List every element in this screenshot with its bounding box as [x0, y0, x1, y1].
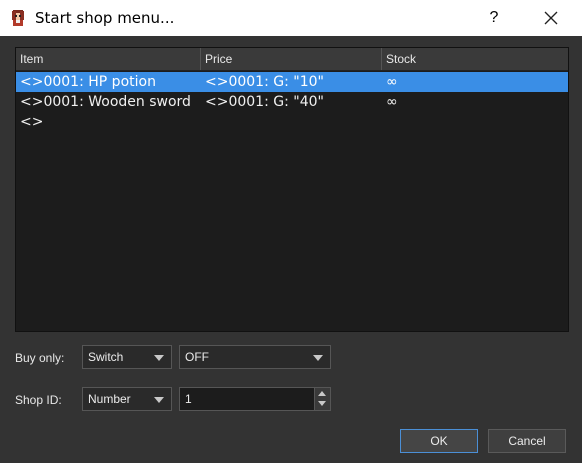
- shop-id-type-select[interactable]: Number: [82, 387, 172, 411]
- shop-items-table[interactable]: Item Price Stock <>0001: HP potion <>000…: [15, 47, 569, 332]
- item-cell: <>0001: Wooden sword: [20, 94, 191, 110]
- column-header-stock[interactable]: Stock: [381, 48, 568, 70]
- column-header-price[interactable]: Price: [200, 48, 381, 70]
- shop-id-type-value: Number: [88, 392, 131, 406]
- buy-only-type-select[interactable]: Switch: [82, 345, 172, 369]
- close-icon[interactable]: [538, 7, 564, 29]
- shop-id-label: Shop ID:: [15, 393, 62, 407]
- shop-id-value: 1: [185, 392, 192, 406]
- stock-cell: ∞: [386, 94, 398, 110]
- table-row[interactable]: <>: [16, 112, 568, 132]
- chevron-down-icon: [154, 397, 164, 403]
- spin-down-icon[interactable]: [318, 401, 326, 406]
- character-sprite-icon: [12, 10, 24, 26]
- spin-buttons[interactable]: [314, 388, 330, 410]
- dialog-body: Item Price Stock <>0001: HP potion <>000…: [0, 36, 582, 463]
- table-header: Item Price Stock: [16, 48, 568, 71]
- price-cell: <>0001: G: "40": [205, 94, 324, 110]
- item-cell: <>0001: HP potion: [20, 74, 156, 90]
- price-cell: <>0001: G: "10": [205, 74, 324, 90]
- shop-id-spinbox[interactable]: 1: [179, 387, 331, 411]
- buy-only-switch-select[interactable]: OFF: [179, 345, 331, 369]
- chevron-down-icon: [313, 355, 323, 361]
- chevron-down-icon: [154, 355, 164, 361]
- table-row[interactable]: <>0001: HP potion <>0001: G: "10" ∞: [16, 72, 568, 92]
- cancel-button[interactable]: Cancel: [488, 429, 566, 453]
- stock-cell: ∞: [386, 74, 398, 90]
- title-bar: Start shop menu... ?: [0, 0, 582, 36]
- buy-only-switch-value: OFF: [185, 350, 209, 364]
- buy-only-label: Buy only:: [15, 351, 65, 365]
- table-row[interactable]: <>0001: Wooden sword <>0001: G: "40" ∞: [16, 92, 568, 112]
- window-title: Start shop menu...: [35, 9, 175, 27]
- ok-button[interactable]: OK: [400, 429, 478, 453]
- buy-only-type-value: Switch: [88, 350, 124, 364]
- item-cell: <>: [20, 114, 44, 130]
- help-button[interactable]: ?: [482, 7, 506, 29]
- spin-up-icon[interactable]: [318, 391, 326, 396]
- column-header-item[interactable]: Item: [16, 48, 200, 70]
